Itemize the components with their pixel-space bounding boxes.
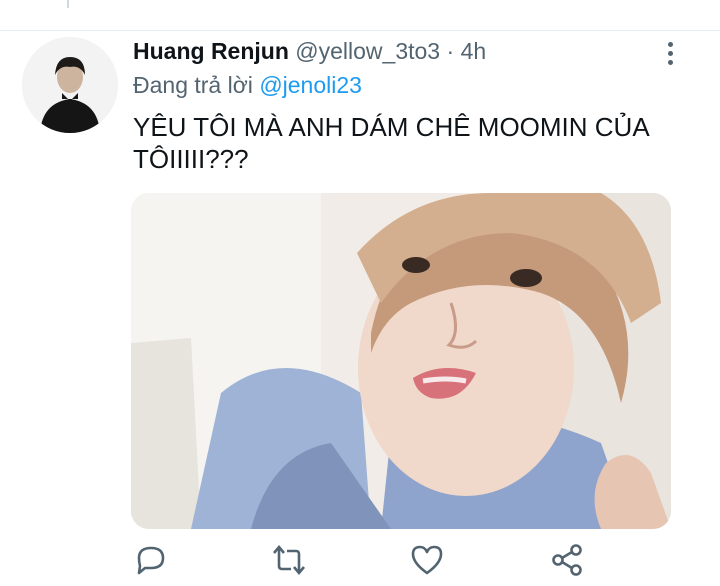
more-vertical-icon[interactable] — [660, 40, 680, 70]
share-icon[interactable] — [560, 0, 574, 4]
timestamp[interactable]: 4h — [461, 38, 487, 64]
heart-icon[interactable] — [413, 0, 427, 4]
previous-tweet-fragment — [0, 0, 720, 22]
tweet-divider — [0, 30, 720, 31]
retweet-icon[interactable] — [272, 0, 286, 4]
retweet-icon[interactable] — [271, 542, 307, 578]
media-photo — [131, 193, 671, 529]
reply-icon[interactable] — [133, 542, 169, 578]
reply-mention-link[interactable]: @jenoli23 — [259, 72, 362, 98]
avatar[interactable] — [22, 37, 118, 133]
separator-dot: · — [446, 38, 455, 64]
reply-icon[interactable] — [145, 0, 159, 4]
author-handle[interactable]: @yellow_3to3 — [295, 38, 440, 64]
reply-prefix: Đang trả lời — [133, 72, 253, 98]
tweet-actions — [131, 542, 631, 582]
tweet-media-image[interactable] — [131, 193, 671, 529]
tweet-text: YÊU TÔI MÀ ANH DÁM CHÊ MOOMIN CỦA TÔIIII… — [133, 112, 649, 174]
thread-line — [67, 0, 69, 8]
author-name[interactable]: Huang Renjun — [133, 38, 289, 64]
replying-to: Đang trả lời @jenoli23 — [133, 70, 362, 100]
avatar-image — [22, 37, 118, 133]
heart-icon[interactable] — [409, 542, 445, 578]
share-icon[interactable] — [549, 542, 585, 578]
tweet-header: Huang Renjun @yellow_3to3 · 4h — [133, 36, 486, 66]
